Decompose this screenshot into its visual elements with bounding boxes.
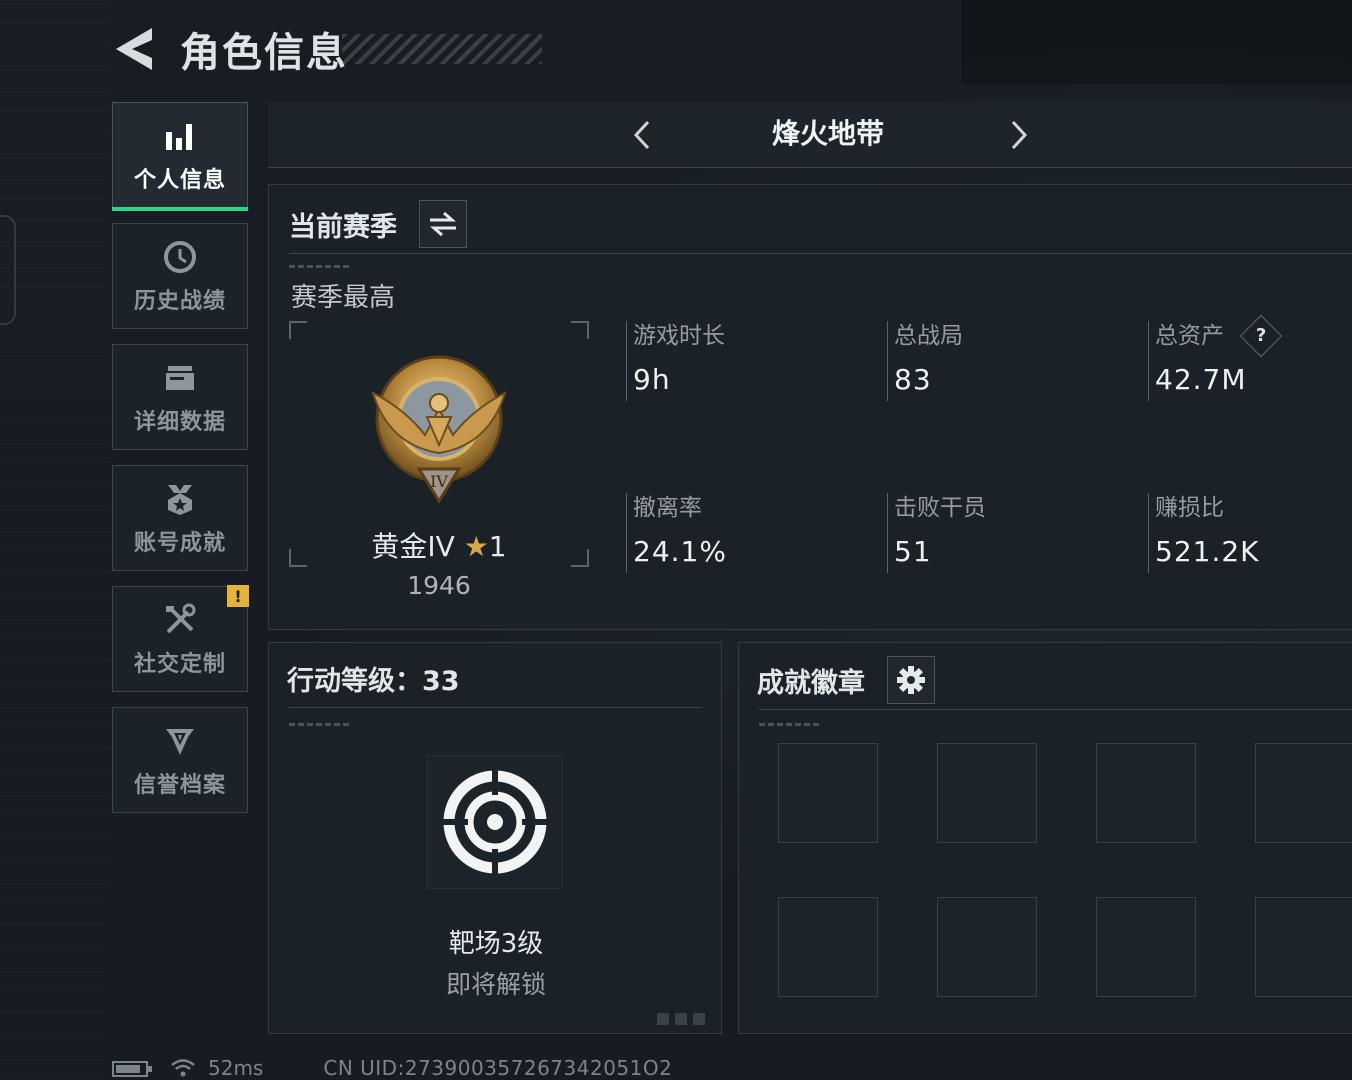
tools-icon bbox=[160, 600, 200, 640]
stat-total-assets: 总资产 ? 42.7M bbox=[1148, 314, 1352, 401]
stat-value: 24.1% bbox=[633, 535, 727, 568]
sidebar: 个人信息 历史战绩 详细数据 账号成就 社交定制 ! 信誉档案 bbox=[112, 102, 250, 828]
clock-icon bbox=[160, 237, 200, 277]
shield-emblem-icon bbox=[160, 721, 200, 761]
sidebar-item-personal-info[interactable]: 个人信息 bbox=[112, 102, 248, 211]
stat-label: 总战局 bbox=[894, 323, 963, 349]
page-title: 角色信息 bbox=[180, 30, 348, 76]
divider bbox=[289, 707, 701, 708]
rank-card: IV 黄金IV ★1 1946 bbox=[289, 321, 589, 600]
mode-selector: 烽火地带 bbox=[268, 102, 1352, 168]
level-title: 行动等级：33 bbox=[287, 666, 460, 697]
stat-value: 83 bbox=[894, 363, 932, 396]
stat-label: 赚损比 bbox=[1155, 495, 1224, 521]
gear-icon bbox=[897, 666, 925, 694]
sidebar-item-label: 社交定制 bbox=[133, 652, 226, 677]
rank-score: 1946 bbox=[407, 571, 471, 600]
back-arrow-icon[interactable] bbox=[112, 26, 156, 72]
badge-header: 成就徽章 bbox=[757, 653, 935, 707]
stat-label-text: 总资产 bbox=[1155, 323, 1224, 349]
background-hex-frame bbox=[0, 215, 16, 325]
swap-arrows-icon bbox=[430, 211, 456, 237]
badge-title: 成就徽章 bbox=[757, 667, 865, 699]
wifi-icon bbox=[170, 1058, 196, 1078]
sidebar-item-label: 个人信息 bbox=[133, 168, 226, 193]
badge-slot[interactable] bbox=[778, 743, 878, 843]
stat-value: 42.7M bbox=[1155, 363, 1247, 396]
stat-label: 撤离率 bbox=[633, 495, 702, 521]
chevron-left-icon[interactable] bbox=[628, 118, 658, 152]
alert-badge: ! bbox=[227, 585, 249, 607]
divider bbox=[289, 253, 1352, 254]
player-uid: CN UID:273900357267342051O2 bbox=[323, 1056, 673, 1080]
divider-decoration bbox=[759, 723, 819, 726]
divider-decoration bbox=[289, 265, 349, 268]
badge-slot[interactable] bbox=[1096, 897, 1196, 997]
badge-slot[interactable] bbox=[937, 743, 1037, 843]
stat-total-matches: 总战局 83 bbox=[887, 321, 1127, 401]
sidebar-item-label: 历史战绩 bbox=[133, 289, 226, 314]
rank-stars: 1 bbox=[488, 530, 507, 563]
page-header: 角色信息 bbox=[112, 22, 348, 76]
badge-slot[interactable] bbox=[778, 897, 878, 997]
rank-tier: 黄金IV bbox=[371, 530, 455, 563]
stat-label: 游戏时长 bbox=[633, 323, 725, 349]
header-shade bbox=[962, 0, 1352, 84]
operation-level-panel: 行动等级：33 靶场3级 即将解锁 bbox=[268, 642, 722, 1034]
status-bar: 52ms CN UID:273900357267342051O2 bbox=[112, 1056, 672, 1080]
help-glyph: ? bbox=[1255, 324, 1267, 346]
stat-extraction-rate: 撤离率 24.1% bbox=[626, 493, 866, 573]
stat-profit-loss-ratio: 赚损比 521.2K bbox=[1148, 493, 1352, 573]
bar-chart-icon bbox=[160, 116, 200, 156]
medal-icon bbox=[160, 479, 200, 519]
achievement-badges-panel: 成就徽章 bbox=[738, 642, 1352, 1034]
stat-playtime: 游戏时长 9h bbox=[626, 321, 866, 401]
battery-icon bbox=[112, 1059, 154, 1077]
sidebar-item-achievements[interactable]: 账号成就 bbox=[112, 465, 248, 571]
sidebar-item-label: 详细数据 bbox=[133, 410, 226, 435]
badge-settings-button[interactable] bbox=[887, 656, 935, 704]
stat-operators-defeated: 击败干员 51 bbox=[887, 493, 1127, 573]
sidebar-item-label: 账号成就 bbox=[133, 531, 226, 556]
sidebar-item-history[interactable]: 历史战绩 bbox=[112, 223, 248, 329]
sidebar-item-label: 信誉档案 bbox=[133, 773, 226, 798]
rank-name: 黄金IV ★1 bbox=[289, 525, 589, 565]
stat-value: 9h bbox=[633, 363, 671, 396]
sidebar-item-credit-profile[interactable]: 信誉档案 bbox=[112, 707, 248, 813]
badge-slot[interactable] bbox=[1255, 743, 1352, 843]
mode-title: 烽火地带 bbox=[771, 117, 884, 150]
season-panel: 当前赛季 赛季最高 IV 黄金IV ★1 1946 游戏时长 9h 总战局 83… bbox=[268, 184, 1352, 630]
sidebar-item-detailed-data[interactable]: 详细数据 bbox=[112, 344, 248, 450]
gold-rank-emblem-icon: IV bbox=[365, 349, 513, 509]
badge-slot[interactable] bbox=[937, 897, 1037, 997]
help-icon[interactable]: ? bbox=[1239, 314, 1283, 358]
season-header: 当前赛季 bbox=[289, 199, 467, 249]
switch-season-button[interactable] bbox=[419, 200, 467, 248]
folder-icon bbox=[160, 358, 200, 398]
stat-label: 总资产 ? bbox=[1155, 314, 1352, 358]
reward-status: 即将解锁 bbox=[445, 970, 546, 999]
stat-label: 击败干员 bbox=[894, 495, 986, 521]
divider bbox=[759, 709, 1352, 710]
season-title: 当前赛季 bbox=[289, 211, 397, 243]
background-decoration bbox=[0, 0, 110, 1080]
reward-name: 靶场3级 bbox=[448, 929, 544, 959]
chevron-right-icon[interactable] bbox=[1003, 118, 1033, 152]
stat-value: 51 bbox=[894, 535, 932, 568]
season-best-label: 赛季最高 bbox=[291, 283, 396, 313]
emblem-numeral: IV bbox=[430, 472, 448, 491]
character-info-screen: 角色信息 个人信息 历史战绩 详细数据 账号成就 社交定制 ! 信誉档案 烽火地… bbox=[0, 0, 1352, 1080]
star-icon: ★ bbox=[463, 530, 489, 563]
sidebar-item-social-custom[interactable]: 社交定制 ! bbox=[112, 585, 249, 692]
panel-decoration bbox=[657, 1013, 711, 1025]
ping-value: 52ms bbox=[208, 1056, 264, 1080]
badge-slot[interactable] bbox=[1255, 897, 1352, 997]
target-icon[interactable] bbox=[427, 755, 563, 889]
stat-value: 521.2K bbox=[1155, 535, 1260, 568]
divider-decoration bbox=[289, 723, 349, 726]
title-decoration bbox=[342, 34, 542, 64]
badge-slot[interactable] bbox=[1096, 743, 1196, 843]
